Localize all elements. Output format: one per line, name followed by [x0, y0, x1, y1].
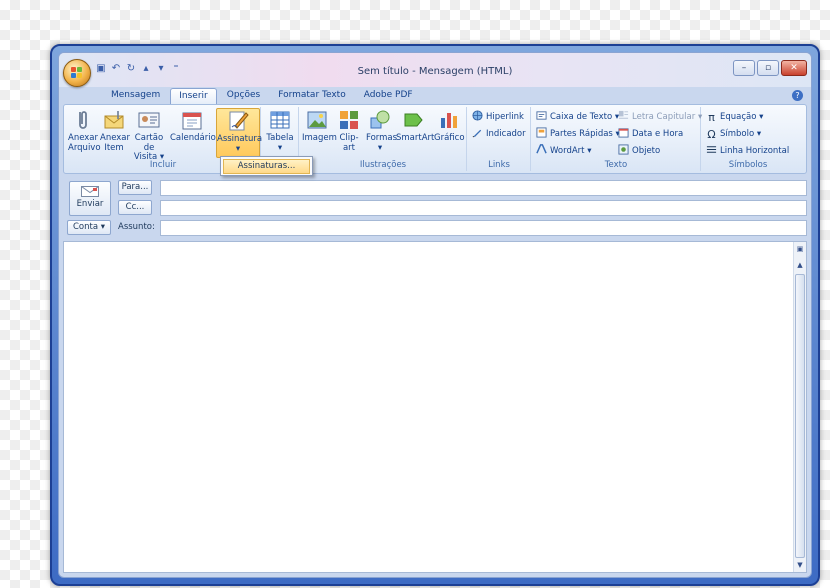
group-label-ilustracoes: Ilustrações — [359, 160, 407, 170]
group-simbolos: π Equação ▾ Ω Símbolo ▾ Linha Horizontal S… — [702, 107, 794, 171]
tab-opcoes[interactable]: Opções — [219, 88, 268, 104]
omega-icon: Ω — [707, 128, 716, 141]
chart-icon — [441, 113, 457, 128]
wordart-icon — [536, 144, 547, 154]
window-frame: ▣ ↶ ↻ ▴ ▾ ⁼ Sem título - Mensagem (HTML)… — [58, 52, 812, 578]
group-ilustracoes: Imagem Clip-art Formas ▾ SmartArt Gráfico — [300, 107, 467, 171]
assinatura-dropdown-menu: Assinaturas... — [220, 156, 313, 176]
group-label-links: Links — [488, 160, 510, 170]
letra-capitular-button[interactable]: Letra Capitular ▾ — [618, 110, 702, 124]
envelope-clip-icon — [104, 111, 124, 129]
scroll-down-icon[interactable]: ▼ — [794, 560, 806, 570]
calendar-icon — [182, 112, 202, 130]
assinatura-button[interactable]: Assinatura ▾ — [216, 108, 262, 158]
ribbon-tabs: Mensagem Inserir Opções Formatar Texto A… — [103, 88, 421, 105]
conta-button[interactable]: Conta ▾ — [67, 220, 111, 235]
pi-icon: π — [708, 111, 715, 124]
smartart-button[interactable]: SmartArt — [396, 108, 434, 144]
bookmark-icon — [472, 129, 482, 138]
group-label-texto: Texto — [604, 160, 628, 170]
globe-link-icon — [472, 110, 483, 121]
tab-inserir[interactable]: Inserir — [170, 88, 217, 105]
cartao-visita-button[interactable]: Cartão de Visita ▾ — [130, 108, 168, 163]
window-controls: – ▫ ✕ — [733, 60, 807, 76]
vertical-scrollbar[interactable]: ▣ ▲ ▼ — [793, 242, 806, 572]
scroll-up-icon[interactable]: ▲ — [794, 260, 806, 270]
message-header: Enviar Para... Cc... Conta ▾ Assunto: — [63, 177, 807, 239]
shapes-icon — [370, 110, 390, 129]
hiperlink-button[interactable]: Hiperlink — [472, 110, 524, 124]
menu-item-assinaturas[interactable]: Assinaturas... — [223, 159, 310, 174]
clipart-button[interactable]: Clip-art — [334, 108, 364, 153]
horizontal-line-icon — [706, 146, 717, 153]
date-time-icon — [618, 128, 629, 138]
partes-rapidas-button[interactable]: Partes Rápidas ▾ — [536, 127, 620, 141]
equacao-button[interactable]: π Equação ▾ — [706, 110, 763, 124]
cc-button[interactable]: Cc... — [118, 200, 152, 215]
group-label-simbolos: Símbolos — [728, 160, 768, 170]
formas-button[interactable]: Formas ▾ — [366, 108, 397, 153]
clipart-icon — [340, 111, 358, 129]
send-label: Enviar — [76, 199, 104, 209]
group-links: Hiperlink Indicador Links — [468, 107, 531, 171]
quick-parts-icon — [536, 127, 547, 138]
para-button[interactable]: Para... — [118, 180, 152, 195]
text-box-icon — [536, 111, 547, 120]
anexar-arquivo-button[interactable]: Anexar Arquivo — [68, 108, 101, 153]
grafico-button[interactable]: Gráfico — [434, 108, 465, 144]
help-icon[interactable]: ? — [792, 90, 803, 101]
wordart-button[interactable]: WordArt ▾ — [536, 144, 591, 158]
assunto-label: Assunto: — [118, 222, 155, 232]
table-icon — [270, 111, 290, 129]
title-bar: ▣ ↶ ↻ ▴ ▾ ⁼ Sem título - Mensagem (HTML)… — [59, 53, 811, 87]
imagem-button[interactable]: Imagem — [302, 108, 337, 144]
anexar-item-button[interactable]: Anexar Item — [100, 108, 130, 153]
calendario-button[interactable]: Calendário — [170, 108, 216, 144]
smartart-icon — [404, 113, 423, 127]
data-hora-button[interactable]: Data e Hora — [618, 127, 683, 141]
tab-formatar-texto[interactable]: Formatar Texto — [270, 88, 354, 104]
objeto-button[interactable]: Objeto — [618, 144, 660, 158]
tabela-button[interactable]: Tabela ▾ — [264, 108, 296, 153]
business-card-icon — [138, 112, 160, 128]
send-button[interactable]: Enviar — [69, 181, 111, 216]
cc-field[interactable] — [160, 200, 807, 216]
send-envelope-icon — [81, 186, 99, 197]
window-title: Sem título - Mensagem (HTML) — [357, 66, 513, 77]
paperclip-icon — [79, 111, 87, 129]
tab-adobe-pdf[interactable]: Adobe PDF — [356, 88, 421, 104]
simbolo-button[interactable]: Ω Símbolo ▾ — [706, 127, 761, 141]
maximize-button[interactable]: ▫ — [757, 60, 779, 76]
scroll-thumb[interactable] — [795, 274, 805, 558]
tab-mensagem[interactable]: Mensagem — [103, 88, 168, 104]
drop-cap-icon — [618, 110, 629, 119]
caixa-texto-button[interactable]: Caixa de Texto ▾ — [536, 110, 619, 124]
subject-field[interactable] — [160, 220, 807, 236]
to-field[interactable] — [160, 180, 807, 196]
group-texto: Caixa de Texto ▾ Partes Rápidas ▾ WordAr… — [532, 107, 702, 171]
indicador-button[interactable]: Indicador — [472, 127, 526, 141]
picture-icon — [307, 111, 327, 129]
minimize-button[interactable]: – — [733, 60, 755, 76]
object-icon — [618, 144, 629, 155]
signature-pen-icon — [229, 111, 249, 131]
message-body[interactable]: ▣ ▲ ▼ — [63, 241, 807, 573]
ribbon: Anexar Arquivo Anexar Item Cartão de Visita… — [63, 104, 807, 174]
ruler-toggle-icon[interactable]: ▣ — [794, 244, 806, 256]
close-button[interactable]: ✕ — [781, 60, 807, 76]
message-window: ▣ ↶ ↻ ▴ ▾ ⁼ Sem título - Mensagem (HTML)… — [50, 44, 820, 586]
linha-horizontal-button[interactable]: Linha Horizontal — [706, 144, 789, 158]
